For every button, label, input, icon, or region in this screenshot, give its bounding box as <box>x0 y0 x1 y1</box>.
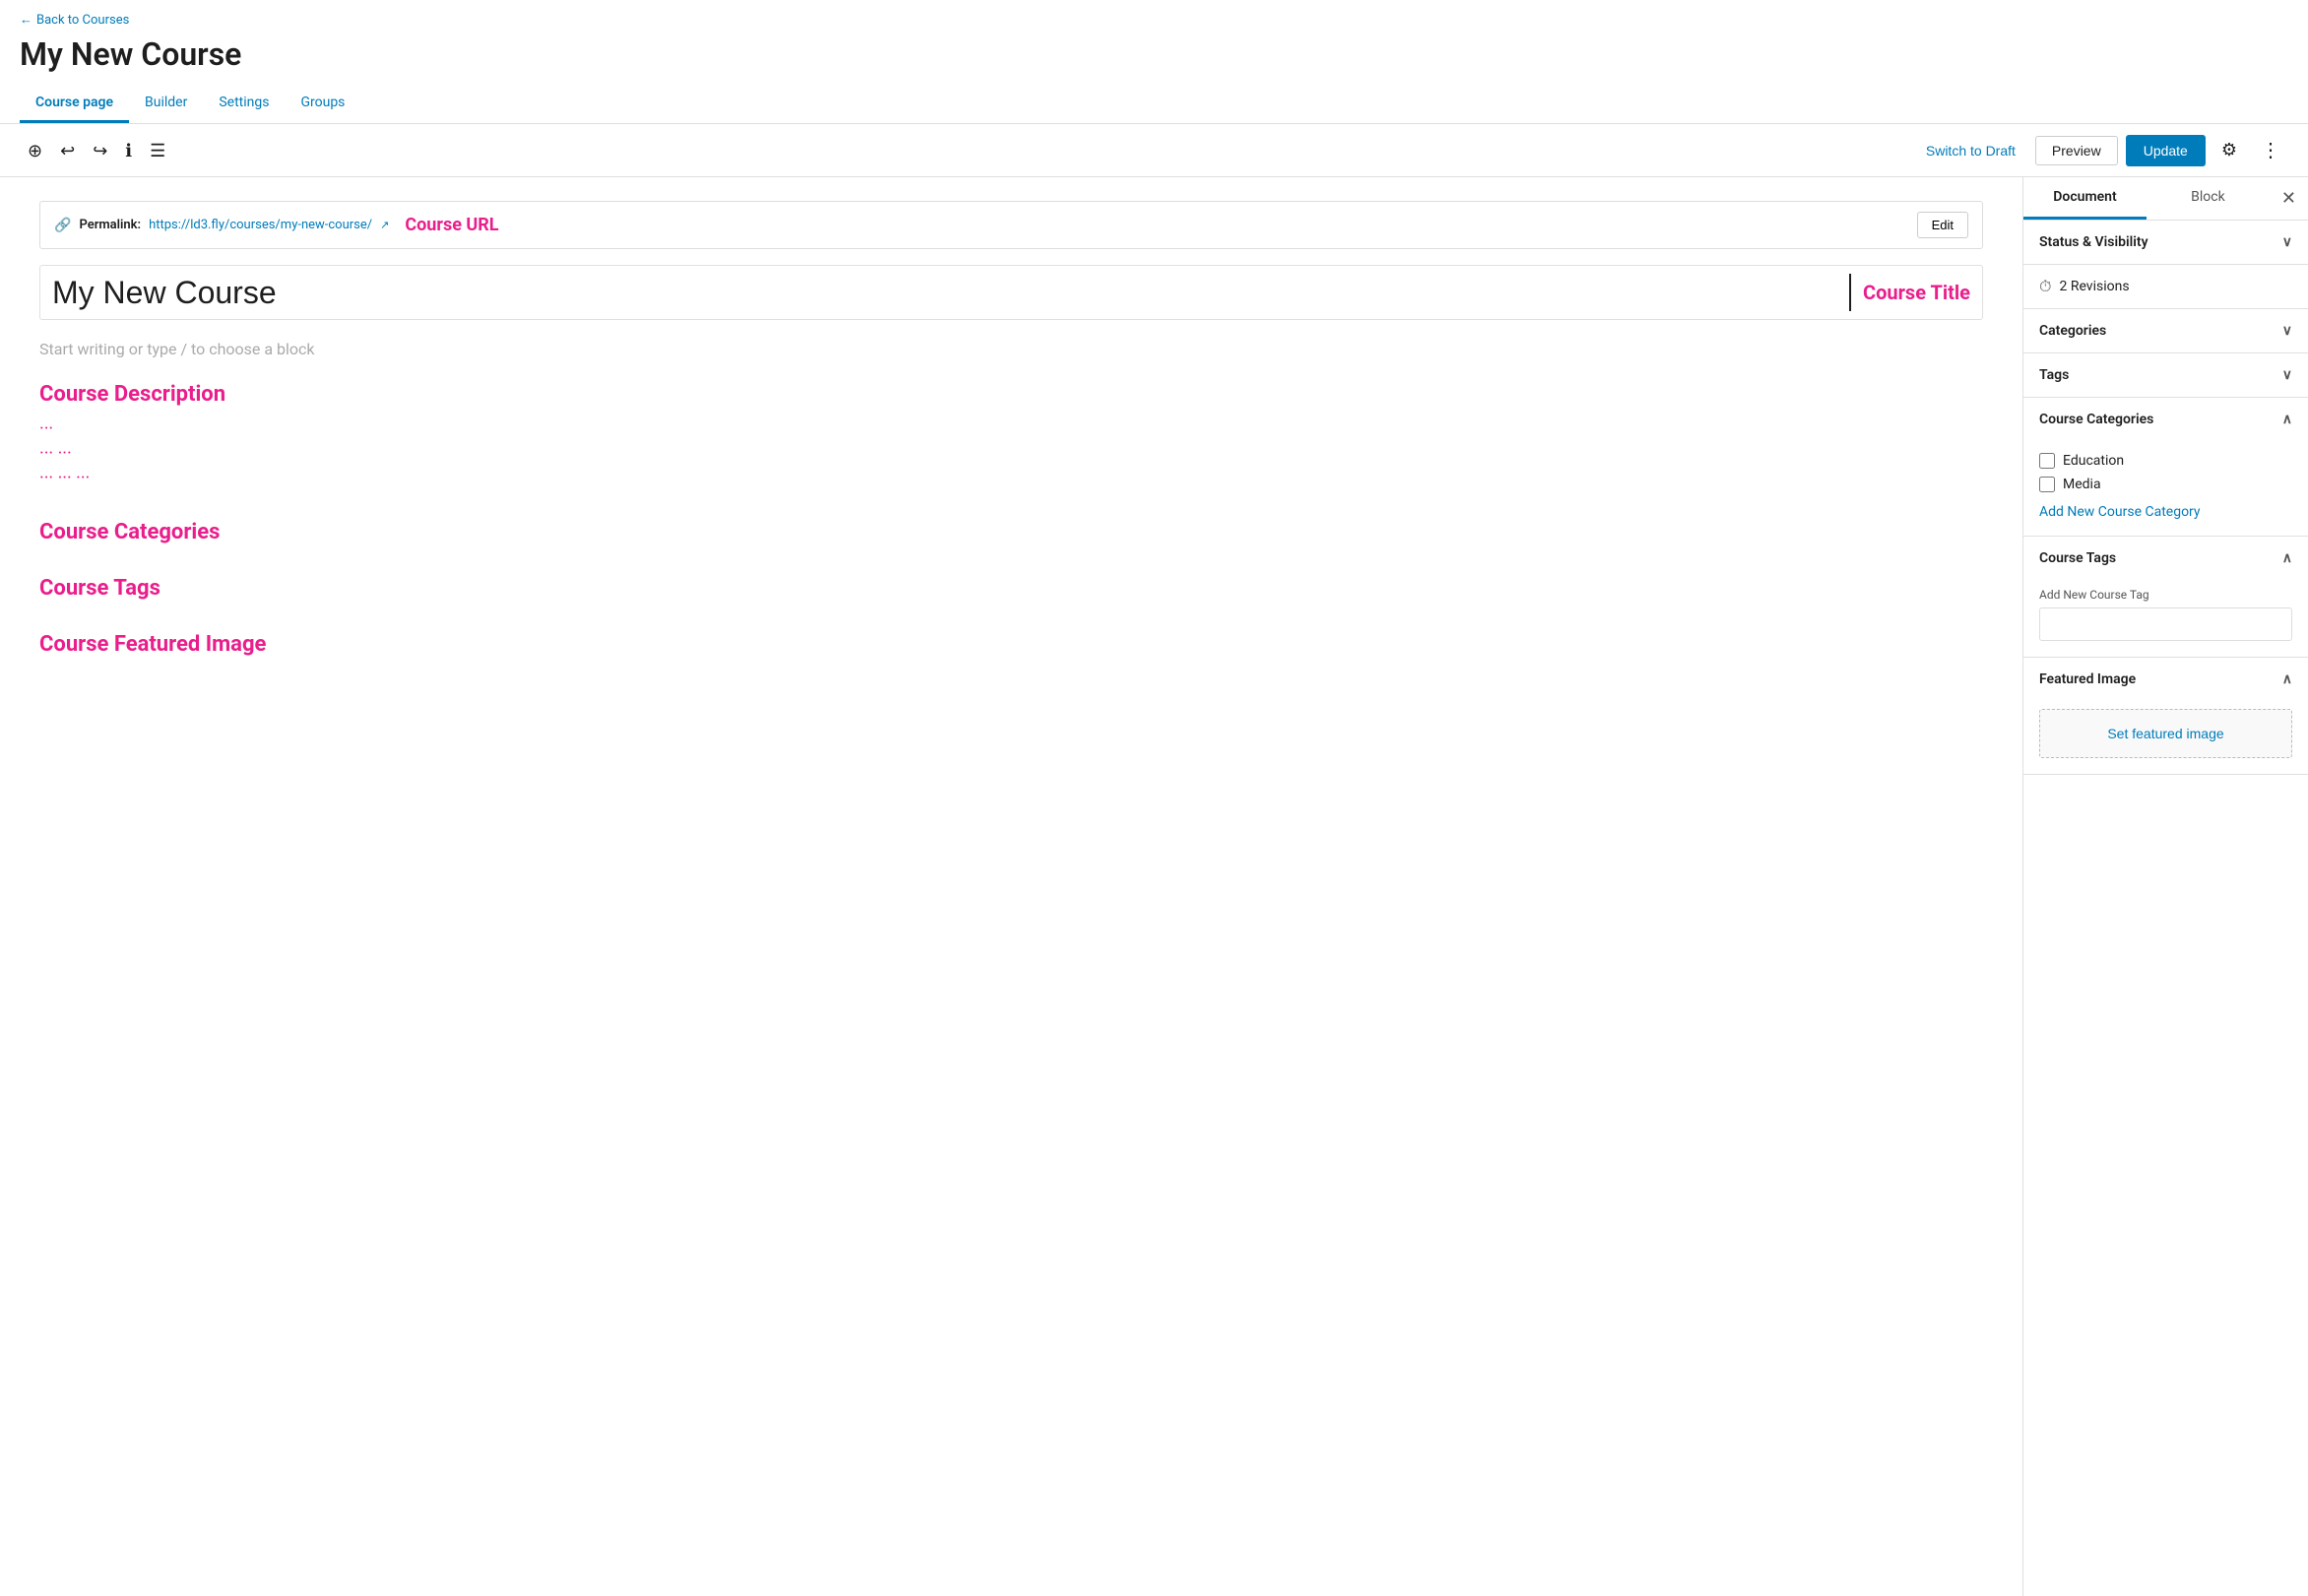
course-tags-chevron: ∧ <box>2282 550 2292 566</box>
tab-course-page[interactable]: Course page <box>20 85 129 123</box>
tab-builder[interactable]: Builder <box>129 85 203 123</box>
link-icon: 🔗 <box>54 218 71 233</box>
tab-groups[interactable]: Groups <box>285 85 360 123</box>
annotation-tags-area: Course Tags <box>39 576 1983 601</box>
course-categories-label: Course Categories <box>2039 412 2153 427</box>
section-categories: Categories ∨ <box>2023 309 2308 353</box>
list-view-button[interactable]: ☰ <box>142 136 173 165</box>
annotation-featured-area: Course Featured Image <box>39 632 1983 657</box>
external-link-icon: ↗ <box>380 219 389 231</box>
block-placeholder[interactable]: Start writing or type / to choose a bloc… <box>39 332 1983 366</box>
annotation-course-url: Course URL <box>405 215 498 235</box>
add-category-link[interactable]: Add New Course Category <box>2039 504 2201 520</box>
featured-image-content: Set featured image <box>2023 701 2308 774</box>
more-options-button[interactable]: ⋮ <box>2253 132 2288 168</box>
annotation-categories-area: Course Categories <box>39 520 1983 544</box>
update-button[interactable]: Update <box>2126 135 2206 166</box>
course-tags-input[interactable] <box>2039 607 2292 641</box>
section-revisions: ⏱ 2 Revisions <box>2023 265 2308 309</box>
preview-button[interactable]: Preview <box>2035 136 2118 165</box>
back-link[interactable]: Back to Courses <box>20 12 129 28</box>
tags-chevron: ∨ <box>2282 367 2292 383</box>
text-cursor <box>1849 274 1851 311</box>
revisions-icon: ⏱ <box>2039 277 2051 296</box>
categories-label: Categories <box>2039 323 2106 339</box>
main-tabs: Course page Builder Settings Groups <box>20 85 2288 123</box>
sidebar-tabs-row: Document Block ✕ <box>2023 177 2308 221</box>
category-label-media: Media <box>2063 477 2101 492</box>
section-featured-image: Featured Image ∧ Set featured image <box>2023 658 2308 775</box>
section-categories-header[interactable]: Categories ∨ <box>2023 309 2308 352</box>
annotation-course-tags: Course Tags <box>39 576 1983 601</box>
redo-button[interactable]: ↪ <box>85 136 115 165</box>
category-label-education: Education <box>2063 453 2124 469</box>
featured-image-chevron: ∧ <box>2282 671 2292 687</box>
sidebar: Document Block ✕ Status & Visibility ∨ ⏱… <box>2022 177 2308 1596</box>
annotation-course-desc: Course Description <box>39 382 1983 407</box>
info-button[interactable]: ℹ <box>117 136 140 165</box>
dot-line-3: ··· ··· ··· <box>39 468 1983 488</box>
dot-line-2: ··· ··· <box>39 443 1983 464</box>
dot-line-1: ··· <box>39 418 1983 439</box>
annotation-course-categories: Course Categories <box>39 520 1983 544</box>
categories-chevron: ∨ <box>2282 323 2292 339</box>
tags-label: Tags <box>2039 367 2069 383</box>
course-tags-section-label: Course Tags <box>2039 550 2116 566</box>
switch-draft-button[interactable]: Switch to Draft <box>1914 137 2027 164</box>
checkbox-media[interactable] <box>2039 477 2055 492</box>
edit-permalink-button[interactable]: Edit <box>1917 212 1968 238</box>
revisions-label: 2 Revisions <box>2059 279 2129 294</box>
set-featured-image-button[interactable]: Set featured image <box>2039 709 2292 758</box>
section-tags-header[interactable]: Tags ∨ <box>2023 353 2308 397</box>
checkbox-education[interactable] <box>2039 453 2055 469</box>
main-layout: 🔗 Permalink: https://ld3.fly/courses/my-… <box>0 177 2308 1596</box>
section-status-visibility: Status & Visibility ∨ <box>2023 221 2308 265</box>
section-course-tags-header[interactable]: Course Tags ∧ <box>2023 537 2308 580</box>
annotation-course-title: Course Title <box>1863 281 1970 304</box>
sidebar-close-button[interactable]: ✕ <box>2270 178 2308 219</box>
course-title-input[interactable] <box>52 275 1849 311</box>
settings-gear-button[interactable]: ⚙ <box>2213 134 2245 166</box>
status-visibility-label: Status & Visibility <box>2039 234 2148 250</box>
section-course-categories-header[interactable]: Course Categories ∧ <box>2023 398 2308 441</box>
category-item-media: Media <box>2039 473 2292 496</box>
course-tags-content: Add New Course Tag <box>2023 580 2308 657</box>
section-tags: Tags ∨ <box>2023 353 2308 398</box>
toolbar-right: Switch to Draft Preview Update ⚙ ⋮ <box>1914 132 2288 168</box>
section-course-tags: Course Tags ∧ Add New Course Tag <box>2023 537 2308 658</box>
editor-area: 🔗 Permalink: https://ld3.fly/courses/my-… <box>0 177 2022 1596</box>
toolbar-left: ⊕ ↩ ↪ ℹ ☰ <box>20 136 1910 165</box>
revisions-row[interactable]: ⏱ 2 Revisions <box>2023 265 2308 308</box>
title-row: Course Title <box>39 265 1983 320</box>
tags-input-label: Add New Course Tag <box>2039 588 2292 602</box>
permalink-label: Permalink: <box>79 218 141 232</box>
course-categories-chevron: ∧ <box>2282 412 2292 427</box>
course-categories-content: Education Media Add New Course Category <box>2023 441 2308 536</box>
page-title: My New Course <box>20 35 2288 73</box>
section-status-visibility-header[interactable]: Status & Visibility ∨ <box>2023 221 2308 264</box>
category-item-education: Education <box>2039 449 2292 473</box>
add-block-button[interactable]: ⊕ <box>20 136 50 165</box>
permalink-url-link[interactable]: https://ld3.fly/courses/my-new-course/ <box>149 218 372 232</box>
sidebar-tab-document[interactable]: Document <box>2023 177 2147 220</box>
permalink-bar: 🔗 Permalink: https://ld3.fly/courses/my-… <box>39 201 1983 249</box>
featured-image-label: Featured Image <box>2039 671 2136 687</box>
undo-button[interactable]: ↩ <box>52 136 83 165</box>
section-course-categories: Course Categories ∧ Education Media Add … <box>2023 398 2308 537</box>
sidebar-tab-block[interactable]: Block <box>2147 177 2270 220</box>
annotation-course-featured: Course Featured Image <box>39 632 1983 657</box>
status-visibility-chevron: ∨ <box>2282 234 2292 250</box>
toolbar: ⊕ ↩ ↪ ℹ ☰ Switch to Draft Preview Update… <box>0 124 2308 177</box>
tab-settings[interactable]: Settings <box>203 85 285 123</box>
section-featured-image-header[interactable]: Featured Image ∧ <box>2023 658 2308 701</box>
